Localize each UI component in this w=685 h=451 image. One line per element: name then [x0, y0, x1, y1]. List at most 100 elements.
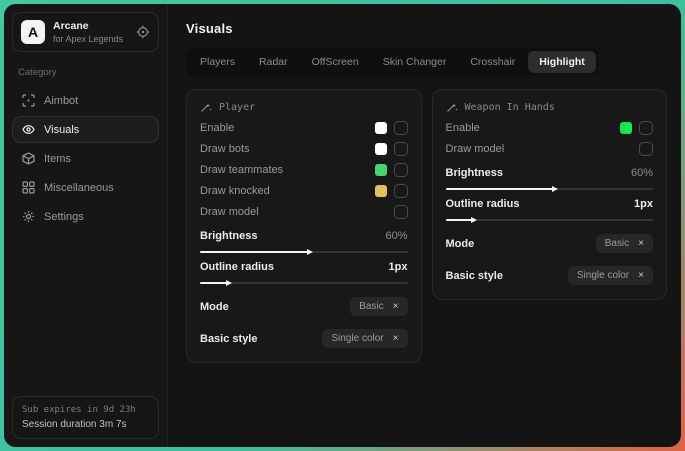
page-title: Visuals	[186, 21, 667, 36]
toggle-row-draw-model: Draw model	[446, 138, 654, 159]
tab-offscreen[interactable]: OffScreen	[301, 51, 370, 73]
tab-radar[interactable]: Radar	[248, 51, 299, 73]
target-icon[interactable]	[136, 25, 150, 39]
sidebar-nav: Aimbot Visuals Items	[12, 87, 159, 230]
checkbox[interactable]	[394, 121, 408, 135]
brightness-slider-block: Brightness 60%	[446, 167, 654, 190]
brightness-slider[interactable]	[446, 188, 654, 190]
slider-value: 1px	[634, 198, 653, 210]
toggle-label: Enable	[200, 122, 234, 134]
sidebar-item-items[interactable]: Items	[12, 145, 159, 172]
toggle-label: Enable	[446, 122, 480, 134]
mode-tag[interactable]: Basic ×	[596, 234, 653, 253]
color-swatch[interactable]	[620, 122, 632, 134]
gear-icon	[22, 210, 35, 223]
sidebar-item-label: Aimbot	[44, 95, 78, 107]
eye-icon	[22, 123, 35, 136]
panel-title-text: Weapon In Hands	[465, 102, 555, 113]
sidebar-item-visuals[interactable]: Visuals	[12, 116, 159, 143]
sub-expires-text: Sub expires in 9d 23h	[22, 405, 149, 415]
brightness-slider-block: Brightness 60%	[200, 230, 408, 253]
mode-select-row: Mode Basic ×	[200, 297, 408, 316]
sidebar-item-aimbot[interactable]: Aimbot	[12, 87, 159, 114]
player-panel-header: Player	[200, 101, 408, 113]
color-swatch[interactable]	[375, 122, 387, 134]
cube-icon	[22, 152, 35, 165]
grid-icon	[22, 181, 35, 194]
basic-style-tag[interactable]: Single color ×	[322, 329, 407, 348]
toggle-label: Draw model	[200, 206, 259, 218]
toggle-row-draw-bots: Draw bots	[200, 138, 408, 159]
checkbox[interactable]	[394, 142, 408, 156]
slider-label: Outline radius	[200, 261, 274, 273]
wand-icon	[200, 101, 212, 113]
slider-value: 60%	[385, 230, 407, 242]
sidebar-item-settings[interactable]: Settings	[12, 203, 159, 230]
sidebar-item-label: Settings	[44, 211, 84, 223]
tab-crosshair[interactable]: Crosshair	[459, 51, 526, 73]
checkbox[interactable]	[394, 205, 408, 219]
brightness-slider[interactable]	[200, 251, 408, 253]
close-icon[interactable]: ×	[638, 239, 644, 249]
checkbox[interactable]	[639, 121, 653, 135]
toggle-label: Draw bots	[200, 143, 250, 155]
tab-skin-changer[interactable]: Skin Changer	[372, 51, 458, 73]
outline-radius-slider[interactable]	[200, 282, 408, 284]
panels-row: Player Enable Draw bots	[186, 89, 667, 363]
tag-text: Basic	[359, 301, 383, 312]
crosshair-icon	[22, 94, 35, 107]
basic-style-tag[interactable]: Single color ×	[568, 266, 653, 285]
tab-bar: Players Radar OffScreen Skin Changer Cro…	[186, 48, 599, 76]
player-panel: Player Enable Draw bots	[186, 89, 422, 363]
close-icon[interactable]: ×	[393, 302, 399, 312]
select-label: Mode	[200, 301, 229, 313]
main-content: Visuals Players Radar OffScreen Skin Cha…	[168, 4, 681, 447]
sidebar-item-miscellaneous[interactable]: Miscellaneous	[12, 174, 159, 201]
app-subtitle: for Apex Legends	[53, 34, 128, 44]
tag-text: Single color	[331, 333, 383, 344]
mode-tag[interactable]: Basic ×	[350, 297, 407, 316]
sidebar-item-label: Items	[44, 153, 71, 165]
app-window: A Arcane for Apex Legends Category	[4, 4, 681, 447]
slider-thumb[interactable]	[307, 249, 313, 255]
toggle-row-draw-teammates: Draw teammates	[200, 159, 408, 180]
color-swatch[interactable]	[375, 164, 387, 176]
wand-icon	[446, 101, 458, 113]
close-icon[interactable]: ×	[638, 271, 644, 281]
slider-thumb[interactable]	[226, 280, 232, 286]
slider-thumb[interactable]	[471, 217, 477, 223]
toggle-row-draw-model: Draw model	[200, 201, 408, 222]
app-title: Arcane	[53, 20, 128, 32]
tag-text: Basic	[605, 238, 629, 249]
toggle-label: Draw teammates	[200, 164, 283, 176]
color-swatch[interactable]	[375, 185, 387, 197]
color-swatch[interactable]	[375, 143, 387, 155]
tab-highlight[interactable]: Highlight	[528, 51, 596, 73]
select-label: Basic style	[200, 333, 257, 345]
close-icon[interactable]: ×	[393, 334, 399, 344]
outline-radius-slider-block: Outline radius 1px	[446, 198, 654, 221]
checkbox[interactable]	[394, 184, 408, 198]
slider-thumb[interactable]	[552, 186, 558, 192]
app-logo: A	[21, 20, 45, 44]
weapon-in-hands-panel: Weapon In Hands Enable Draw model	[432, 89, 668, 300]
checkbox[interactable]	[394, 163, 408, 177]
slider-label: Brightness	[200, 230, 257, 242]
category-label: Category	[18, 67, 153, 78]
slider-label: Brightness	[446, 167, 503, 179]
toggle-row-enable: Enable	[200, 117, 408, 138]
sidebar-header-card: A Arcane for Apex Legends	[12, 12, 159, 52]
app-title-block: Arcane for Apex Legends	[53, 20, 128, 44]
select-label: Basic style	[446, 270, 503, 282]
weapon-panel-header: Weapon In Hands	[446, 101, 654, 113]
tag-text: Single color	[577, 270, 629, 281]
panel-title-text: Player	[219, 102, 255, 113]
tab-players[interactable]: Players	[189, 51, 246, 73]
sidebar-item-label: Miscellaneous	[44, 182, 114, 194]
outline-radius-slider[interactable]	[446, 219, 654, 221]
toggle-row-draw-knocked: Draw knocked	[200, 180, 408, 201]
toggle-row-enable: Enable	[446, 117, 654, 138]
subscription-info-card: Sub expires in 9d 23h Session duration 3…	[12, 396, 159, 439]
slider-value: 60%	[631, 167, 653, 179]
checkbox[interactable]	[639, 142, 653, 156]
